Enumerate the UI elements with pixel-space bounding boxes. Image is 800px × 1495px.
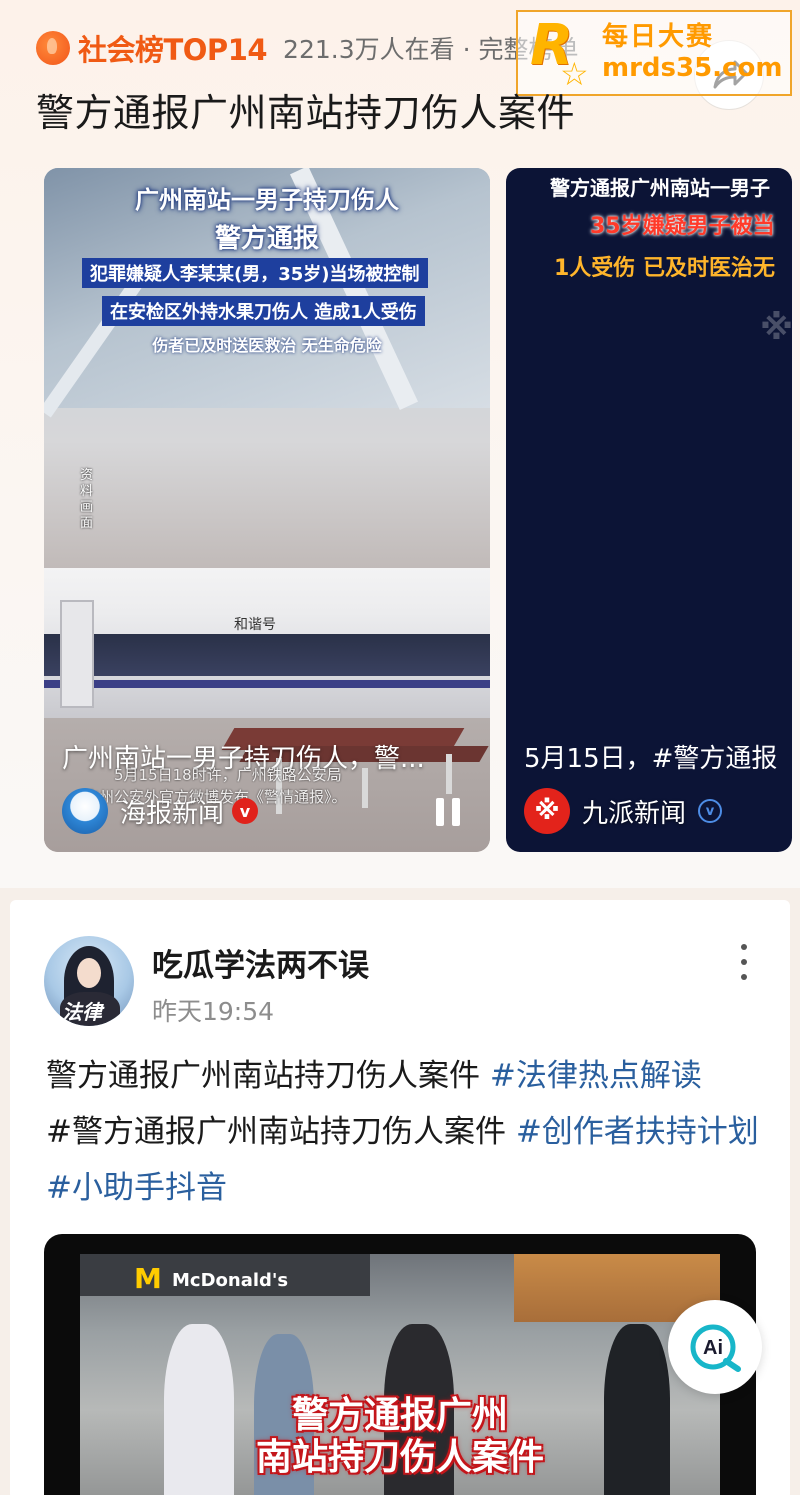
post-text-plain: 警方通报广州南站持刀伤人案件 (46, 1058, 490, 1094)
post-timestamp: 昨天19:54 (152, 997, 275, 1026)
train-door (60, 600, 94, 708)
ai-label: Ai (703, 1337, 723, 1359)
channel-logo-icon: ※ (760, 308, 792, 348)
archive-footage-label: 资料画面 (80, 468, 94, 531)
mcdonalds-logo-icon: M (134, 1262, 162, 1295)
source-avatar[interactable]: ※ (524, 788, 570, 834)
rank-label[interactable]: 社会榜TOP14 (78, 27, 268, 69)
pause-icon[interactable] (436, 798, 462, 826)
more-options-icon[interactable] (734, 942, 754, 982)
train-name: 和谐号 (234, 617, 276, 633)
verified-badge-icon: v (232, 798, 259, 824)
post-text-plain[interactable]: #警方通报广州南站持刀伤人案件 (46, 1114, 516, 1150)
verified-badge-icon: v (698, 799, 723, 823)
watermark-logo: R ☆ (530, 13, 589, 93)
video-card-1[interactable]: 和谐号 广州南站一男子持刀伤人 警方通报 犯罪嫌疑人李某某(男，35岁)当场被控… (44, 168, 490, 852)
post-video[interactable]: M McDonald's 警方通报广州 南站持刀伤人案件 (44, 1234, 756, 1495)
video-title-line: 南站持刀伤人案件 (255, 1437, 544, 1478)
video-overlay-subtitle: 警方通报 (214, 224, 319, 254)
video-title-line: 警方通报广州 (291, 1395, 508, 1436)
author-avatar[interactable]: 法律 (44, 936, 134, 1026)
bench-leg (446, 754, 452, 794)
video-source[interactable]: ※ 九派新闻 v (524, 788, 723, 834)
source-name[interactable]: 海报新闻 (120, 793, 224, 830)
avatar-face (77, 958, 101, 988)
video-overlay-subtitle: 35岁嫌疑男子被当 (590, 214, 775, 239)
author-name[interactable]: 吃瓜学法两不误 (152, 940, 369, 985)
source-name[interactable]: 九派新闻 (582, 793, 686, 830)
store-sign-text: McDonald's (172, 1270, 289, 1291)
video-overlay-banner: 在安检区外持水果刀伤人 造成1人受伤 (102, 296, 425, 326)
hashtag-link[interactable]: #创作者扶持计划 (516, 1114, 759, 1150)
video-overlay-note: 1人受伤 已及时医治无 (554, 256, 775, 281)
post-text[interactable]: 警方通报广州南站持刀伤人案件 #法律热点解读 #警方通报广州南站持刀伤人案件 #… (46, 1048, 770, 1216)
hashtag-link[interactable]: #小助手抖音 (46, 1170, 227, 1206)
ai-assistant-icon: Ai (690, 1324, 741, 1372)
video-overlay-note: 伤者已及时送医救治 无生命危险 (152, 336, 382, 355)
watermark-brand: 每日大赛 (602, 22, 715, 52)
video-source[interactable]: 海报新闻 v (62, 788, 259, 834)
video-card-2[interactable]: 警方通报广州南站一男子 35岁嫌疑男子被当 1人受伤 已及时医治无 ※ 5月15… (506, 168, 792, 852)
video-overlay-banner: 犯罪嫌疑人李某某(男，35岁)当场被控制 (82, 258, 428, 288)
hot-topic-header: 社会榜TOP14 221.3万人在看 · 完整榜单 (36, 26, 578, 70)
post-card[interactable]: 法律 吃瓜学法两不误 昨天19:54 警方通报广州南站持刀伤人案件 #法律热点解… (10, 900, 790, 1495)
video-subtitle: 5月15日18时许，广州铁路公安局 (114, 766, 342, 784)
watermark-url: mrds35.com (602, 53, 783, 83)
hot-flame-icon (36, 31, 70, 65)
hot-topic-title[interactable]: 警方通报广州南站持刀伤人案件 (36, 82, 575, 137)
hot-topic-card[interactable]: 社会榜TOP14 221.3万人在看 · 完整榜单 R ☆ 每日大赛 mrds3… (0, 0, 800, 888)
source-avatar[interactable] (62, 788, 108, 834)
avatar-text: 法律 (62, 1000, 102, 1024)
ai-assistant-button[interactable]: Ai (668, 1300, 762, 1394)
hashtag-link[interactable]: #法律热点解读 (490, 1058, 702, 1094)
train-window-band (44, 634, 490, 676)
train-stripe (44, 680, 490, 688)
video-overlay-title: 广州南站一男子持刀伤人 (135, 186, 399, 214)
video-caption[interactable]: 5月15日，#警方通报 (524, 738, 777, 775)
video-overlay-title: 警方通报广州南站一男子 (550, 176, 770, 200)
